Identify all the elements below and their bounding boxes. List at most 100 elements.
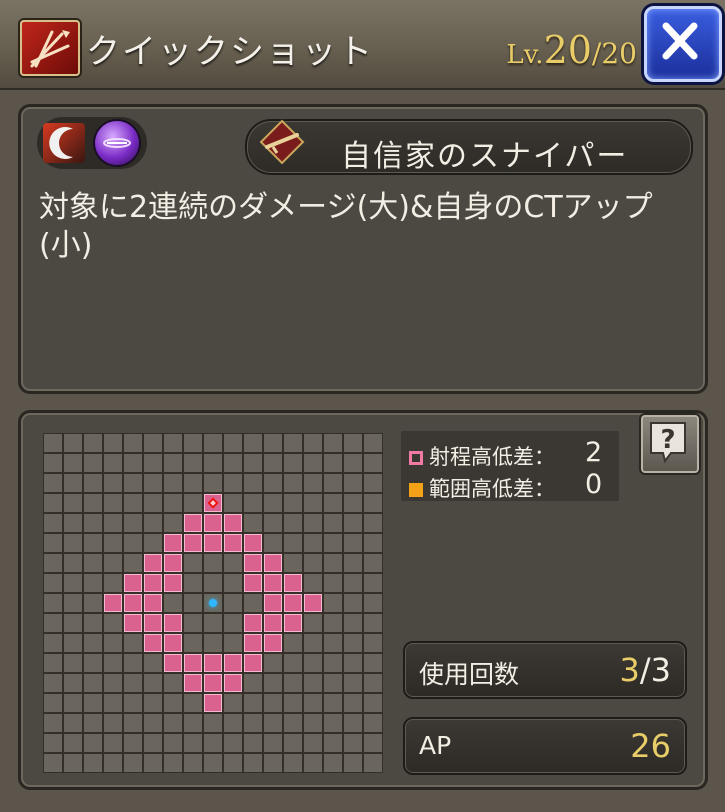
- range-cell: [204, 514, 222, 532]
- grid-cell: [244, 454, 262, 472]
- uses-label: 使用回数: [419, 660, 520, 689]
- description-panel: 自信家のスナイパー 対象に2連続のダメージ(大)&自身のCTアップ(小): [18, 104, 708, 394]
- grid-cell: [204, 434, 222, 452]
- grid-cell: [44, 474, 62, 492]
- grid-cell: [344, 694, 362, 712]
- grid-cell: [44, 674, 62, 692]
- close-button[interactable]: [644, 6, 722, 82]
- grid-cell: [124, 534, 142, 552]
- grid-cell: [304, 654, 322, 672]
- grid-cell: [324, 734, 342, 752]
- grid-cell: [144, 714, 162, 732]
- grid-cell: [144, 674, 162, 692]
- arrow-burst-icon: [20, 20, 80, 76]
- grid-cell: [64, 674, 82, 692]
- grid-cell: [304, 494, 322, 512]
- grid-cell: [264, 434, 282, 452]
- grid-cell: [344, 614, 362, 632]
- grid-cell: [144, 734, 162, 752]
- grid-cell: [124, 474, 142, 492]
- area-height-value: 0: [585, 469, 603, 500]
- grid-cell: [324, 494, 342, 512]
- range-marker-icon: [409, 451, 423, 465]
- grid-cell: [364, 574, 382, 592]
- range-cell: [124, 574, 142, 592]
- range-cell: [124, 614, 142, 632]
- uses-separator: /: [639, 651, 651, 689]
- help-button[interactable]: ?: [639, 413, 701, 475]
- grid-cell: [284, 454, 302, 472]
- grid-cell: [264, 754, 282, 772]
- grid-cell: [84, 574, 102, 592]
- grid-cell: [124, 454, 142, 472]
- grid-cell: [304, 634, 322, 652]
- range-cell: [244, 554, 262, 572]
- grid-cell: [364, 634, 382, 652]
- grid-cell: [164, 734, 182, 752]
- range-grid: [43, 433, 383, 773]
- grid-cell: [144, 534, 162, 552]
- grid-cell: [344, 734, 362, 752]
- grid-cell: [104, 474, 122, 492]
- level-label: Lv.: [506, 40, 544, 70]
- grid-cell: [364, 474, 382, 492]
- grid-cell: [304, 534, 322, 552]
- grid-cell: [264, 674, 282, 692]
- grid-cell: [284, 734, 302, 752]
- range-cell: [264, 574, 282, 592]
- grid-cell: [64, 634, 82, 652]
- grid-cell: [104, 554, 122, 572]
- grid-cell: [244, 514, 262, 532]
- range-cell: [224, 534, 242, 552]
- grid-cell: [344, 654, 362, 672]
- grid-cell: [84, 534, 102, 552]
- grid-cell: [244, 734, 262, 752]
- grid-cell: [324, 754, 342, 772]
- grid-cell: [344, 754, 362, 772]
- grid-cell: [224, 614, 242, 632]
- grid-cell: [44, 534, 62, 552]
- grid-cell: [184, 754, 202, 772]
- grid-cell: [104, 734, 122, 752]
- grid-cell: [264, 494, 282, 512]
- grid-cell: [164, 454, 182, 472]
- grid-cell: [244, 674, 262, 692]
- grid-cell: [64, 654, 82, 672]
- grid-cell: [84, 474, 102, 492]
- grid-cell: [304, 674, 322, 692]
- range-cell: [124, 594, 142, 612]
- grid-cell: [184, 554, 202, 572]
- grid-cell: [244, 494, 262, 512]
- grid-cell: [304, 694, 322, 712]
- grid-cell: [44, 634, 62, 652]
- grid-cell: [64, 574, 82, 592]
- grid-cell: [364, 754, 382, 772]
- grid-cell: [324, 674, 342, 692]
- range-cell: [244, 634, 262, 652]
- grid-cell: [84, 634, 102, 652]
- grid-cell: [84, 594, 102, 612]
- grid-cell: [204, 574, 222, 592]
- grid-cell: [144, 694, 162, 712]
- grid-cell: [184, 594, 202, 612]
- range-cell: [284, 594, 302, 612]
- grid-cell: [204, 634, 222, 652]
- grid-cell: [324, 534, 342, 552]
- range-cell: [224, 674, 242, 692]
- grid-cell: [164, 474, 182, 492]
- grid-cell: [364, 494, 382, 512]
- grid-cell: [44, 714, 62, 732]
- svg-text:?: ?: [660, 425, 675, 455]
- range-cell: [184, 674, 202, 692]
- range-cell: [264, 594, 282, 612]
- grid-cell: [44, 734, 62, 752]
- grid-cell: [324, 634, 342, 652]
- grid-cell: [304, 714, 322, 732]
- grid-cell: [64, 474, 82, 492]
- ap-value: 26: [630, 727, 671, 765]
- grid-cell: [104, 754, 122, 772]
- range-cell: [184, 514, 202, 532]
- range-cell: [144, 574, 162, 592]
- range-cell: [144, 634, 162, 652]
- grid-cell: [204, 714, 222, 732]
